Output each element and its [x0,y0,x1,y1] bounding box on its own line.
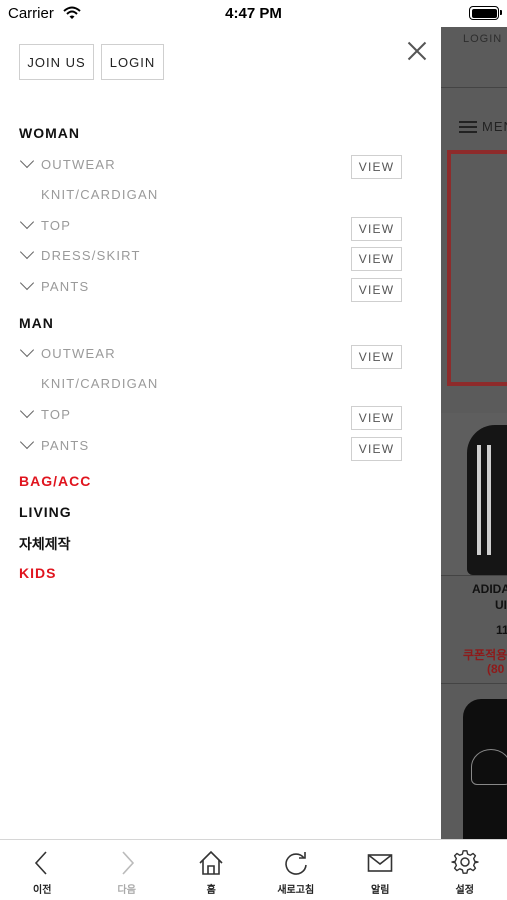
chevron-down-icon [19,406,35,422]
background-page-overlay[interactable]: LOGIN MEN ADIDA UI 11 쿠폰적용 (80 [441,27,507,839]
divider [441,575,507,576]
sweatshirt-image [463,699,507,839]
status-bar: Carrier 4:47 PM [0,0,507,27]
side-menu-drawer: JOIN US LOGIN WOMAN OUTWEAR VIEW KNIT/CA… [0,27,441,839]
tab-home-label: 홈 [206,885,216,896]
tab-home[interactable]: 홈 [169,840,254,900]
jacket-image [467,425,507,575]
mail-icon [367,854,393,872]
subcategory-label: TOP [41,217,72,233]
background-product-name: ADIDA [472,582,507,596]
subcategory-label: OUTWEAR [41,345,116,361]
chevron-down-icon [19,217,35,233]
tab-notifications-label: 알림 [371,885,390,896]
bottom-tab-bar: 이전 다음 홈 새로고침 알림 설정 [0,839,507,900]
chevron-right-icon [122,851,134,875]
background-login-link: LOGIN [463,33,503,45]
tab-settings[interactable]: 설정 [423,840,507,900]
woman-outwear-view-button[interactable]: VIEW [351,155,402,179]
chevron-left-icon [35,851,47,875]
subcategory-label: PANTS [41,437,90,453]
refresh-icon [285,852,307,875]
login-button[interactable]: LOGIN [101,44,164,80]
tab-back-label: 이전 [33,885,52,896]
chevron-down-icon [19,437,35,453]
subcategory-label: KNIT/CARDIGAN [41,375,159,391]
join-us-button[interactable]: JOIN US [19,44,94,80]
battery-icon [469,6,502,20]
tab-refresh-label: 새로고침 [277,885,315,896]
tab-notifications[interactable]: 알림 [338,840,423,900]
background-product-name-2: UI [495,598,507,612]
tab-settings-label: 설정 [455,885,474,896]
subcategory-label: TOP [41,406,72,422]
tab-refresh[interactable]: 새로고침 [254,840,339,900]
man-top-view-button[interactable]: VIEW [351,406,402,430]
category-own-made[interactable]: 자체제작 [19,534,71,554]
background-coupon-price: (80 [487,662,505,676]
background-product-price: 11 [496,623,507,637]
tab-forward-label: 다음 [117,885,136,896]
tab-back[interactable]: 이전 [0,840,85,900]
man-outwear-view-button[interactable]: VIEW [351,345,402,369]
woman-pants-view-button[interactable]: VIEW [351,278,402,302]
category-living[interactable]: LIVING [19,504,72,520]
category-kids[interactable]: KIDS [19,565,56,581]
background-menu-label: MEN [482,119,507,134]
woman-top-view-button[interactable]: VIEW [351,217,402,241]
hamburger-icon [459,120,477,133]
chevron-down-icon [19,278,35,294]
subcategory-label: OUTWEAR [41,156,116,172]
divider [441,87,507,88]
background-menu-button: MEN [459,119,507,134]
tab-forward[interactable]: 다음 [85,840,170,900]
background-coupon-label: 쿠폰적용 [463,648,507,662]
subcategory-label: KNIT/CARDIGAN [41,186,159,202]
chevron-down-icon [19,156,35,172]
home-icon [199,850,223,875]
category-bag-acc[interactable]: BAG/ACC [19,473,91,489]
chevron-down-icon [19,247,35,263]
man-pants-view-button[interactable]: VIEW [351,437,402,461]
man-knit-cardigan-item[interactable]: KNIT/CARDIGAN [41,372,431,394]
chevron-down-icon [19,345,35,361]
subcategory-label: PANTS [41,278,90,294]
close-icon[interactable] [405,39,429,63]
divider [441,683,507,684]
woman-knit-cardigan-item[interactable]: KNIT/CARDIGAN [41,183,431,205]
woman-dress-skirt-view-button[interactable]: VIEW [351,247,402,271]
gear-icon [451,850,479,874]
background-banner [447,150,507,386]
category-woman[interactable]: WOMAN [19,125,80,141]
subcategory-label: DRESS/SKIRT [41,247,141,263]
category-man[interactable]: MAN [19,315,54,331]
clock: 4:47 PM [225,5,282,22]
